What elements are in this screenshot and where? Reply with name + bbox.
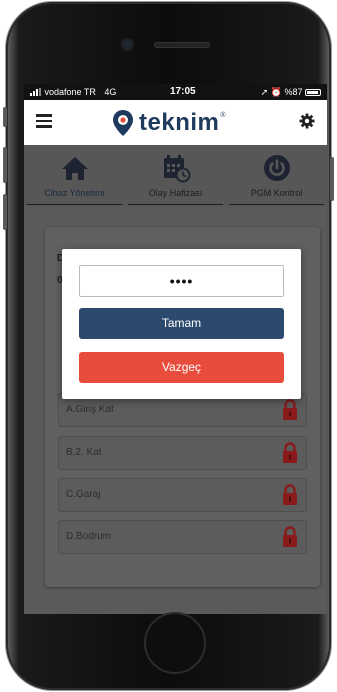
app-header: teknim ® <box>24 100 327 145</box>
tab-underline <box>27 203 122 205</box>
signal-icon <box>30 88 42 96</box>
battery-icon <box>305 89 321 96</box>
tab-underline <box>229 203 324 205</box>
front-camera <box>123 40 132 49</box>
power-button <box>330 157 334 201</box>
carrier-name: vodafone TR <box>44 87 96 97</box>
zone-label: B.2. Kat <box>66 447 102 458</box>
lock-icon[interactable] <box>282 484 298 506</box>
password-dialog: Tamam Vazgeç <box>62 249 301 399</box>
cancel-button[interactable]: Vazgeç <box>79 352 284 383</box>
status-right: ➚ ⏰ %87 <box>261 87 321 98</box>
status-time: 17:05 <box>170 86 196 97</box>
zone-label: D.Bodrum <box>66 531 112 542</box>
alarm-icon: ⏰ <box>270 87 282 97</box>
calendar-clock-icon <box>163 155 190 183</box>
lock-icon[interactable] <box>282 526 298 548</box>
lock-icon[interactable] <box>282 399 298 421</box>
volume-up-button <box>3 147 7 183</box>
logo-pin-icon <box>113 110 133 136</box>
tab-underline <box>128 203 223 205</box>
tab-label: Cihaz Yönetimi <box>44 188 105 198</box>
status-bar: vodafone TR 4G 17:05 ➚ ⏰ %87 <box>24 84 327 100</box>
tab-cihaz-yonetimi[interactable]: Cihaz Yönetimi <box>24 145 125 207</box>
ok-button[interactable]: Tamam <box>79 308 284 339</box>
phone-screen: vodafone TR 4G 17:05 ➚ ⏰ %87 teknim ® Ci… <box>24 84 327 614</box>
tab-olay-hafizasi[interactable]: Olay Hafizası <box>125 145 226 207</box>
home-icon <box>61 157 88 180</box>
app-logo: teknim ® <box>112 108 226 138</box>
earpiece-speaker <box>154 42 210 48</box>
zone-item-c[interactable]: C.Garaj <box>58 478 307 512</box>
zone-item-d[interactable]: D.Bodrum <box>58 520 307 554</box>
lock-icon[interactable] <box>282 442 298 464</box>
location-icon: ➚ <box>260 87 269 97</box>
zone-item-b[interactable]: B.2. Kat <box>58 436 307 470</box>
zone-label: A.Giriş Kat <box>66 404 114 415</box>
mute-switch <box>3 107 7 127</box>
tab-pgm-kontrol[interactable]: PGM Kontrol <box>226 145 327 207</box>
password-input[interactable] <box>79 265 284 297</box>
hamburger-menu-icon[interactable] <box>36 114 52 128</box>
logo-registered-mark: ® <box>220 112 226 119</box>
network-type: 4G <box>104 87 117 97</box>
power-icon <box>263 155 290 181</box>
battery-percent: %87 <box>284 87 303 97</box>
gear-icon[interactable] <box>299 113 315 129</box>
tab-label: PGM Kontrol <box>250 188 303 198</box>
tab-bar: Cihaz Yönetimi Olay Hafizası PGM Kontrol <box>24 145 327 207</box>
phone-frame: vodafone TR 4G 17:05 ➚ ⏰ %87 teknim ® Ci… <box>3 2 334 690</box>
logo-text: teknim <box>139 109 220 136</box>
carrier-info: vodafone TR 4G <box>30 87 116 97</box>
home-button[interactable] <box>144 612 206 674</box>
zone-label: C.Garaj <box>66 489 101 500</box>
tab-label: Olay Hafizası <box>148 188 203 198</box>
volume-down-button <box>3 194 7 230</box>
